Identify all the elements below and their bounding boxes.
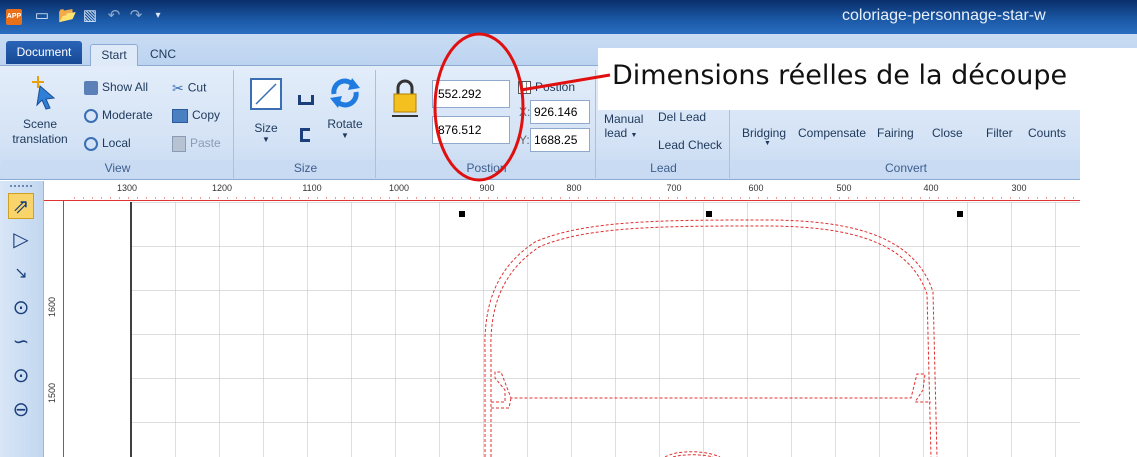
view-group-label: View [104,161,131,175]
manual-lead-dropdown-icon: ▼ [630,132,638,139]
bridging-button[interactable]: Bridging ▼ [742,126,786,147]
position-label: Postion [535,80,576,94]
size-group-label: Size [293,161,318,175]
bridging-dropdown-icon: ▼ [764,140,771,147]
rotate-dropdown-icon: ▼ [341,131,349,140]
x-prefix: X: [519,105,531,119]
horizontal-ruler: 1300 1200 1100 1000 900 800 700 600 500 … [44,181,1080,201]
scissors-icon: ✂ [172,80,184,96]
size-button[interactable]: Size ▼ [246,76,286,144]
lead-group-label: Lead [650,161,677,175]
app-logo[interactable]: APP [6,9,22,25]
lead-check-button[interactable]: Lead Check [658,138,722,152]
scene-translation-line2: translation [12,132,68,146]
annotation-text: Dimensions réelles de la découpe [612,60,1068,91]
new-file-icon[interactable]: ▭ [34,8,50,24]
line-tool-icon[interactable]: ↘ [8,261,34,287]
local-label: Local [102,136,131,150]
local-button[interactable]: Local [84,136,131,151]
manual-lead-button[interactable]: Manual lead ▼ [604,112,644,143]
manual-lead-line1: Manual [604,112,644,126]
cut-button[interactable]: ✂ Cut [172,80,206,97]
zoom-moderate-icon [84,108,98,123]
selection-handle [706,211,712,217]
position-button[interactable]: Postion [518,80,576,95]
scene-translation-line1: Scene [22,117,58,131]
moderate-button[interactable]: Moderate [84,108,153,123]
window-title: coloriage-personnage-star-w [842,7,1046,24]
height-field[interactable]: 876.512 [432,116,510,144]
ruler-label: 1600 [47,296,57,317]
tab-start[interactable]: Start [90,44,138,67]
scene-translation-button[interactable]: Scene translation [12,72,68,147]
paste-icon [172,136,186,152]
save-icon[interactable]: ▧ [82,8,98,24]
size-label: Size [254,121,278,135]
lock-icon [392,79,418,117]
manual-lead-line2: lead [604,126,628,140]
bridging-label: Bridging [742,126,787,140]
width-field[interactable]: 552.292 [432,80,510,108]
arc-tool-icon[interactable]: ∽ [8,329,34,355]
toolbar-grip[interactable] [10,185,32,187]
del-lead-button[interactable]: Del Lead [658,110,706,124]
show-all-label: Show All [102,80,149,94]
drawing-canvas[interactable] [65,202,1080,457]
three-point-arc-tool-icon[interactable]: ⊙ [8,363,34,389]
compensate-button[interactable]: Compensate [798,126,866,140]
customize-toolbar-icon[interactable]: ▾ [150,8,166,24]
view-group: Scene translation Show All Moderate Loca… [2,70,234,178]
rotate-button[interactable]: Rotate ▼ [322,74,368,140]
select-tool-icon[interactable]: ⇗ [8,193,34,219]
circle-tool-icon[interactable]: ⊙ [8,295,34,321]
node-edit-tool-icon[interactable]: ▷ [8,227,34,253]
show-all-icon [84,80,98,95]
open-file-icon[interactable]: 📂 [58,8,77,24]
tab-document[interactable]: Document [6,41,82,64]
size-dropdown-icon: ▼ [262,135,270,144]
close-button[interactable]: Close [932,126,963,140]
convert-group-label: Convert [884,161,928,175]
tab-cnc[interactable]: CNC [150,44,176,67]
copy-label: Copy [192,108,221,122]
mirror-icon [300,128,310,142]
ruler-label: 1500 [47,382,57,403]
align-top-button[interactable] [298,94,314,108]
ruler-ticks [74,197,1080,199]
title-bar: APP ▭ 📂 ▧ ↶ ↷ ▾ coloriage-personnage-sta… [0,0,1137,34]
redo-icon[interactable]: ↷ [128,8,144,24]
cut-label: Cut [187,80,207,95]
position-grid-icon [518,81,531,95]
paste-button[interactable]: Paste [172,136,221,152]
drawing-toolbar: ⇗ ▷ ↘ ⊙ ∽ ⊙ ⊖ [0,181,44,457]
canvas-grid [130,202,1080,457]
filter-button[interactable]: Filter [986,126,1013,140]
position-group: 552.292 876.512 Postion X: 926.146 Y: 16… [378,70,596,178]
fairing-button[interactable]: Fairing [877,126,914,140]
undo-icon[interactable]: ↶ [106,8,122,24]
show-all-button[interactable]: Show All [84,80,148,95]
paste-label: Paste [190,136,221,151]
y-position-field[interactable]: 1688.25 [530,128,590,152]
align-icon [298,95,314,105]
copy-icon [172,108,188,123]
ellipse-tool-icon[interactable]: ⊖ [8,397,34,423]
rotate-icon [330,78,360,108]
zoom-local-icon [84,136,98,151]
selection-handle [957,211,963,217]
y-prefix: Y: [519,133,530,147]
x-position-field[interactable]: 926.146 [530,100,590,124]
cursor-move-icon [32,76,56,110]
rotate-label: Rotate [327,117,363,131]
vertical-ruler: 1600 1500 [44,201,64,457]
copy-button[interactable]: Copy [172,108,220,123]
mirror-button[interactable] [300,128,310,145]
selection-handle [459,211,465,217]
size-group: Size ▼ Rotate ▼ Size [236,70,376,178]
lock-ratio-button[interactable] [392,78,418,121]
position-group-label: Postion [466,161,507,175]
resize-icon [250,78,282,110]
counts-button[interactable]: Counts [1028,126,1066,140]
moderate-label: Moderate [102,108,153,122]
